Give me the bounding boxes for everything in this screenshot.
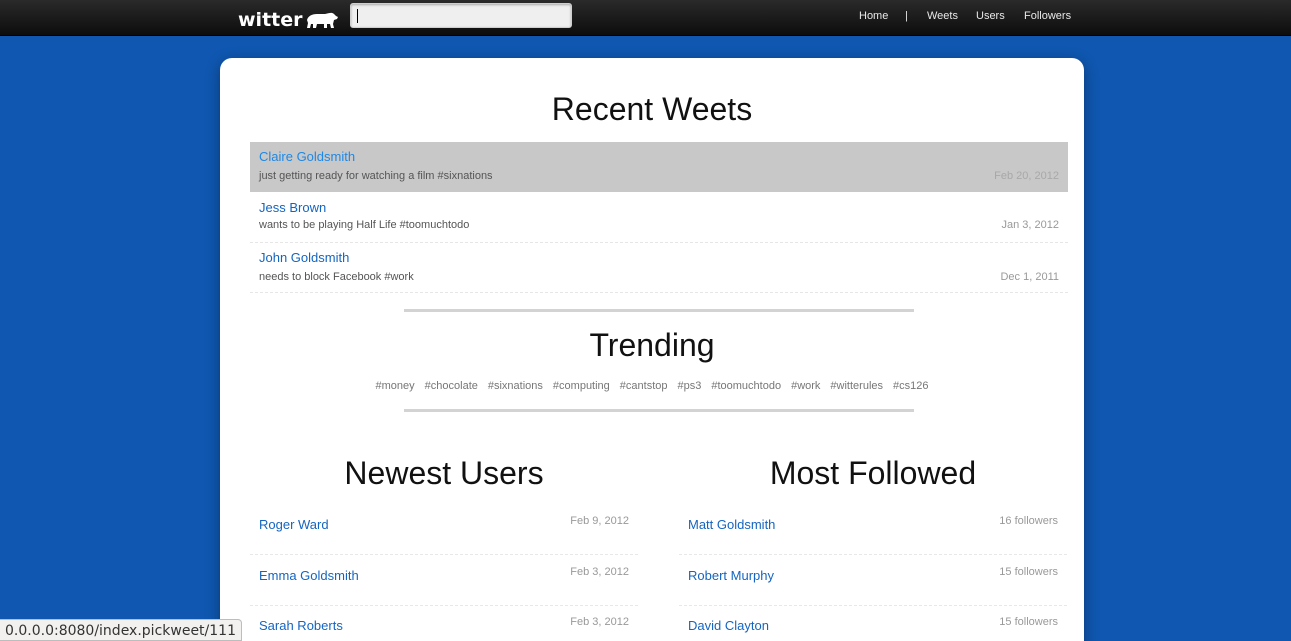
nav-users-link[interactable]: Users [976, 10, 1005, 22]
user-name-link[interactable]: Robert Murphy [688, 568, 774, 583]
user-name-link[interactable]: Emma Goldsmith [259, 568, 359, 583]
weet-date: Dec 1, 2011 [1000, 271, 1059, 283]
weet-author-link[interactable]: Claire Goldsmith [259, 149, 355, 164]
user-row[interactable]: David Clayton 15 followers [679, 606, 1067, 641]
user-name-link[interactable]: Roger Ward [259, 517, 329, 532]
weet-date: Feb 20, 2012 [994, 170, 1059, 182]
trending-tags: #money #chocolate #sixnations #computing #ca… [220, 380, 1084, 392]
weet-item[interactable]: Jess Brown wants to be playing Half Life… [250, 193, 1068, 243]
weet-author-link[interactable]: Jess Brown [259, 200, 326, 215]
trending-tag[interactable]: #computing [553, 380, 610, 392]
follower-count: 15 followers [999, 616, 1058, 628]
weet-author-link[interactable]: John Goldsmith [259, 250, 349, 265]
trending-tag[interactable]: #cantstop [620, 380, 668, 392]
trending-tag[interactable]: #toomuchtodo [711, 380, 781, 392]
logo-text: witter [238, 9, 303, 31]
trending-tag[interactable]: #money [376, 380, 415, 392]
witter-logo[interactable]: witter [238, 8, 339, 32]
weet-item[interactable]: Claire Goldsmith just getting ready for … [250, 142, 1068, 192]
top-navbar: witter Home | Weets Users Followers [0, 0, 1291, 36]
follower-count: 15 followers [999, 566, 1058, 578]
most-followed-heading: Most Followed [769, 455, 977, 491]
text-caret [357, 9, 358, 23]
nav-separator: | [905, 10, 908, 22]
nav-home-link[interactable]: Home [859, 10, 888, 22]
nav-followers-link[interactable]: Followers [1024, 10, 1071, 22]
follower-count: 16 followers [999, 515, 1058, 527]
newest-users-heading: Newest Users [344, 455, 544, 491]
content-panel: Recent Weets Claire Goldsmith just getti… [220, 58, 1084, 641]
recent-weets-heading: Recent Weets [551, 91, 753, 127]
weet-date: Jan 3, 2012 [1001, 219, 1060, 231]
user-row[interactable]: Roger Ward Feb 9, 2012 [250, 505, 638, 555]
trending-tag[interactable]: #ps3 [678, 380, 702, 392]
user-name-link[interactable]: David Clayton [688, 618, 769, 633]
user-row[interactable]: Sarah Roberts Feb 3, 2012 [250, 606, 638, 641]
weet-item[interactable]: John Goldsmith needs to block Facebook #… [250, 243, 1068, 293]
user-row[interactable]: Robert Murphy 15 followers [679, 556, 1067, 606]
user-name-link[interactable]: Matt Goldsmith [688, 517, 775, 532]
trending-tag[interactable]: #work [791, 380, 820, 392]
user-join-date: Feb 3, 2012 [570, 566, 629, 578]
search-input[interactable] [351, 4, 571, 27]
user-join-date: Feb 9, 2012 [570, 515, 629, 527]
trending-tag[interactable]: #cs126 [893, 380, 928, 392]
section-divider [404, 409, 914, 412]
section-divider [404, 309, 914, 312]
trending-tag[interactable]: #sixnations [488, 380, 543, 392]
browser-status-bar: 0.0.0.0:8080/index.pickweet/111 [0, 619, 242, 641]
user-row[interactable]: Emma Goldsmith Feb 3, 2012 [250, 556, 638, 606]
bear-icon [306, 12, 338, 28]
user-name-link[interactable]: Sarah Roberts [259, 618, 343, 633]
weet-message: wants to be playing Half Life #toomuchto… [259, 219, 470, 231]
weet-message: just getting ready for watching a film #… [259, 170, 493, 182]
user-join-date: Feb 3, 2012 [570, 616, 629, 628]
trending-tag[interactable]: #witterules [830, 380, 883, 392]
nav-weets-link[interactable]: Weets [927, 10, 958, 22]
weet-message: needs to block Facebook #work [259, 271, 414, 283]
user-row[interactable]: Matt Goldsmith 16 followers [679, 505, 1067, 555]
search-box[interactable] [350, 3, 572, 28]
trending-heading: Trending [589, 327, 715, 363]
trending-tag[interactable]: #chocolate [425, 380, 478, 392]
